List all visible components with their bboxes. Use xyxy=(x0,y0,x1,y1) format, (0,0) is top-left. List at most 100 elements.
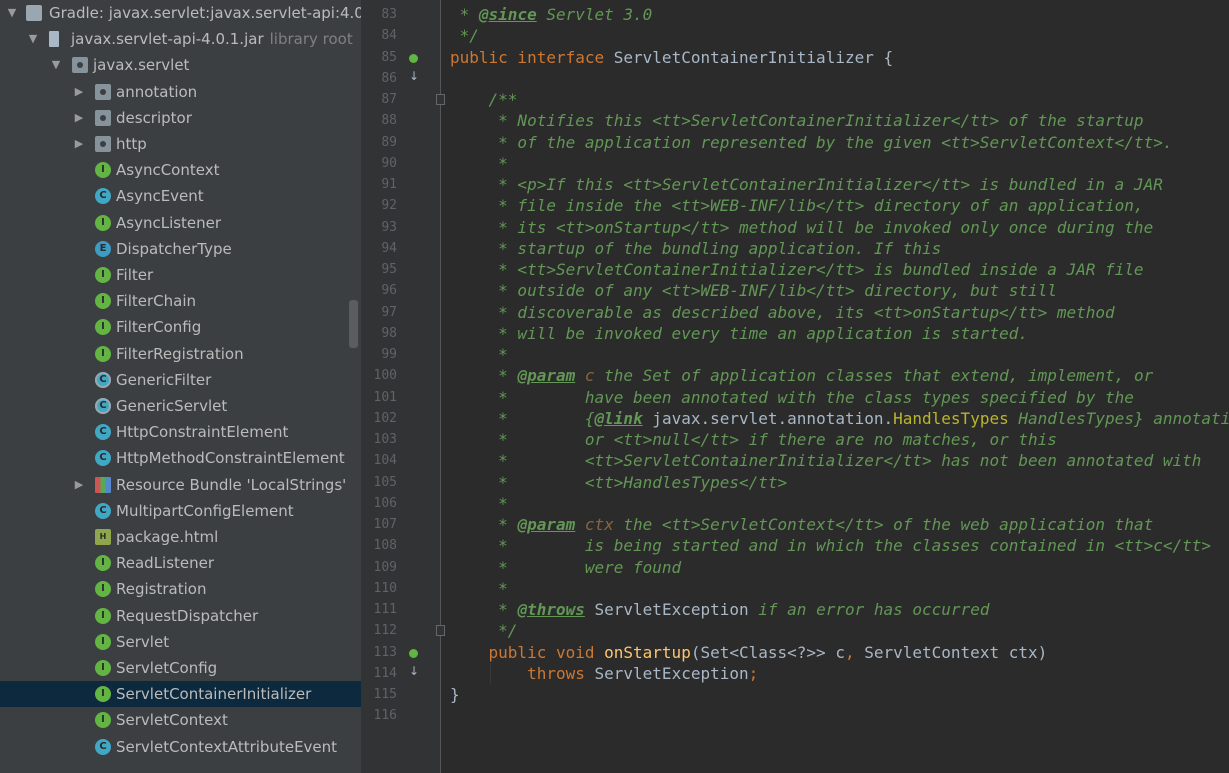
tree-item[interactable]: I FilterChain xyxy=(0,288,361,314)
collapsed-arrow-icon[interactable]: ▶ xyxy=(73,79,85,105)
tree-item[interactable]: I Filter xyxy=(0,262,361,288)
tree-item-name: DispatcherType xyxy=(116,239,232,258)
code-line[interactable]: * @param c the Set of application classe… xyxy=(450,365,1153,386)
tree-item[interactable]: I Registration xyxy=(0,576,361,602)
tree-scrollbar[interactable] xyxy=(349,300,358,348)
code-line[interactable]: */ xyxy=(450,25,479,46)
tree-item-name: RequestDispatcher xyxy=(116,606,259,625)
code-line[interactable]: * xyxy=(450,344,508,365)
code-line[interactable]: * xyxy=(450,578,508,599)
expand-down-icon[interactable]: ▼ xyxy=(27,26,39,52)
tree-item[interactable]: I ServletContext xyxy=(0,707,361,733)
code-line[interactable]: * have been annotated with the class typ… xyxy=(450,387,1134,408)
implemented-marker-icon[interactable]: ↓ xyxy=(409,49,427,83)
tree-item-label: Registration xyxy=(116,576,206,602)
tree-item-label: package.html xyxy=(116,524,218,550)
tree-item[interactable]: I AsyncListener xyxy=(0,210,361,236)
expand-down-icon[interactable]: ▼ xyxy=(50,52,62,78)
code-editor[interactable]: * @since Servlet 3.0 */public interface … xyxy=(441,0,1229,773)
code-token: * xyxy=(450,345,508,364)
code-line[interactable]: * @param ctx the <tt>ServletContext</tt>… xyxy=(450,514,1153,535)
tree-item[interactable]: C GenericServlet xyxy=(0,393,361,419)
tree-item[interactable]: ▼ javax.servlet xyxy=(0,52,361,78)
code-line[interactable]: * outside of any <tt>WEB-INF/lib</tt> di… xyxy=(450,280,1057,301)
tree-item-label: Resource Bundle 'LocalStrings' xyxy=(116,472,346,498)
resource-bundle-icon xyxy=(95,476,111,493)
interface-icon: I xyxy=(95,162,111,179)
implemented-marker-icon[interactable]: ↓ xyxy=(409,644,427,678)
code-line[interactable]: throws ServletException; xyxy=(450,663,758,684)
code-line[interactable]: * startup of the bundling application. I… xyxy=(450,238,941,259)
tree-item[interactable]: I FilterRegistration xyxy=(0,341,361,367)
tree-item-label: ServletContainerInitializer xyxy=(116,681,311,707)
code-token: the Set of application classes that exte… xyxy=(594,366,1154,386)
tree-item-label: AsyncContext xyxy=(116,157,219,183)
tree-item[interactable]: I ServletContainerInitializer xyxy=(0,681,361,708)
interface-icon: I xyxy=(95,555,111,572)
interface-icon: I xyxy=(95,607,111,624)
fold-toggle-icon[interactable] xyxy=(436,625,445,637)
tree-item[interactable]: ▶ descriptor xyxy=(0,105,361,131)
fold-toggle-icon[interactable] xyxy=(436,94,445,105)
code-token: * xyxy=(450,153,508,173)
tree-item[interactable]: E DispatcherType xyxy=(0,236,361,262)
gradle-library-icon xyxy=(26,5,42,21)
code-line[interactable]: public void onStartup(Set<Class<?>> c, S… xyxy=(450,642,1048,663)
tree-item[interactable]: ▶ http xyxy=(0,131,361,157)
code-line[interactable]: * <p>If this <tt>ServletContainerInitial… xyxy=(450,174,1163,195)
code-line[interactable]: * xyxy=(450,493,508,514)
code-line[interactable]: * <tt>ServletContainerInitializer</tt> h… xyxy=(450,450,1201,471)
tree-item[interactable]: C MultipartConfigElement xyxy=(0,498,361,524)
code-line[interactable]: /** xyxy=(450,89,518,110)
code-line[interactable]: * of the application represented by the … xyxy=(450,132,1172,153)
code-line[interactable]: * its <tt>onStartup</tt> method will be … xyxy=(450,217,1153,238)
tree-item[interactable]: C GenericFilter xyxy=(0,367,361,393)
tree-item[interactable]: I RequestDispatcher xyxy=(0,603,361,629)
tree-item[interactable]: C ServletContextAttributeEvent xyxy=(0,734,361,760)
tree-item-name: HttpMethodConstraintElement xyxy=(116,449,345,468)
tree-item[interactable]: ▶ Resource Bundle 'LocalStrings' xyxy=(0,472,361,498)
tree-item[interactable]: I Servlet xyxy=(0,629,361,655)
code-line[interactable]: * <tt>ServletContainerInitializer</tt> i… xyxy=(450,259,1143,280)
code-token: * xyxy=(450,493,508,513)
tree-item[interactable]: I ServletConfig xyxy=(0,655,361,681)
code-line[interactable]: * <tt>HandlesTypes</tt> xyxy=(450,472,787,493)
collapsed-arrow-icon[interactable]: ▶ xyxy=(73,131,85,157)
code-line[interactable]: * is being started and in which the clas… xyxy=(450,535,1211,556)
code-line[interactable]: * @since Servlet 3.0 xyxy=(450,4,653,25)
tree-item-name: annotation xyxy=(116,82,198,101)
tree-item[interactable]: I AsyncContext xyxy=(0,157,361,183)
tree-item[interactable]: ▼ javax.servlet-api-4.0.1.jar library root xyxy=(0,26,361,52)
collapsed-arrow-icon[interactable]: ▶ xyxy=(73,105,85,131)
tree-item[interactable]: I ReadListener xyxy=(0,550,361,576)
tree-item[interactable]: C HttpMethodConstraintElement xyxy=(0,445,361,471)
expand-down-icon[interactable]: ▼ xyxy=(6,0,18,26)
tree-item-name: Gradle: javax.servlet:javax.servlet-api:… xyxy=(49,4,361,22)
tree-item[interactable]: ▶ annotation xyxy=(0,79,361,105)
code-line[interactable]: * or <tt>null</tt> if there are no match… xyxy=(450,429,1057,450)
tree-item[interactable]: C AsyncEvent xyxy=(0,183,361,209)
code-line[interactable]: * will be invoked every time an applicat… xyxy=(450,323,1028,344)
tree-item[interactable]: I FilterConfig xyxy=(0,314,361,340)
line-number: 114 xyxy=(373,665,397,681)
code-token: @param xyxy=(517,366,576,386)
code-line[interactable]: * {@link javax.servlet.annotation.Handle… xyxy=(450,408,1229,429)
code-line[interactable]: public interface ServletContainerInitial… xyxy=(450,47,893,68)
tree-item[interactable]: C HttpConstraintElement xyxy=(0,419,361,445)
tree-item[interactable]: Hpackage.html xyxy=(0,524,361,550)
code-line[interactable]: * discoverable as described above, its <… xyxy=(450,302,1115,323)
code-line[interactable]: * file inside the <tt>WEB-INF/lib</tt> d… xyxy=(450,195,1143,216)
code-line[interactable]: * @throws ServletException if an error h… xyxy=(450,599,989,620)
code-line[interactable]: * Notifies this <tt>ServletContainerInit… xyxy=(450,110,1143,131)
tree-item[interactable]: ▼ Gradle: javax.servlet:javax.servlet-api… xyxy=(0,0,361,26)
code-token: /** xyxy=(450,90,518,109)
code-line[interactable]: */ xyxy=(450,620,517,641)
line-number: 108 xyxy=(373,538,397,554)
project-tree[interactable]: ▼ Gradle: javax.servlet:javax.servlet-api… xyxy=(0,0,361,773)
code-line[interactable]: * were found xyxy=(450,557,681,578)
interface-icon: I xyxy=(95,581,111,598)
collapsed-arrow-icon[interactable]: ▶ xyxy=(73,472,85,498)
code-line[interactable]: * xyxy=(450,153,508,174)
code-line[interactable]: } xyxy=(450,684,460,705)
interface-icon: I xyxy=(95,660,111,676)
